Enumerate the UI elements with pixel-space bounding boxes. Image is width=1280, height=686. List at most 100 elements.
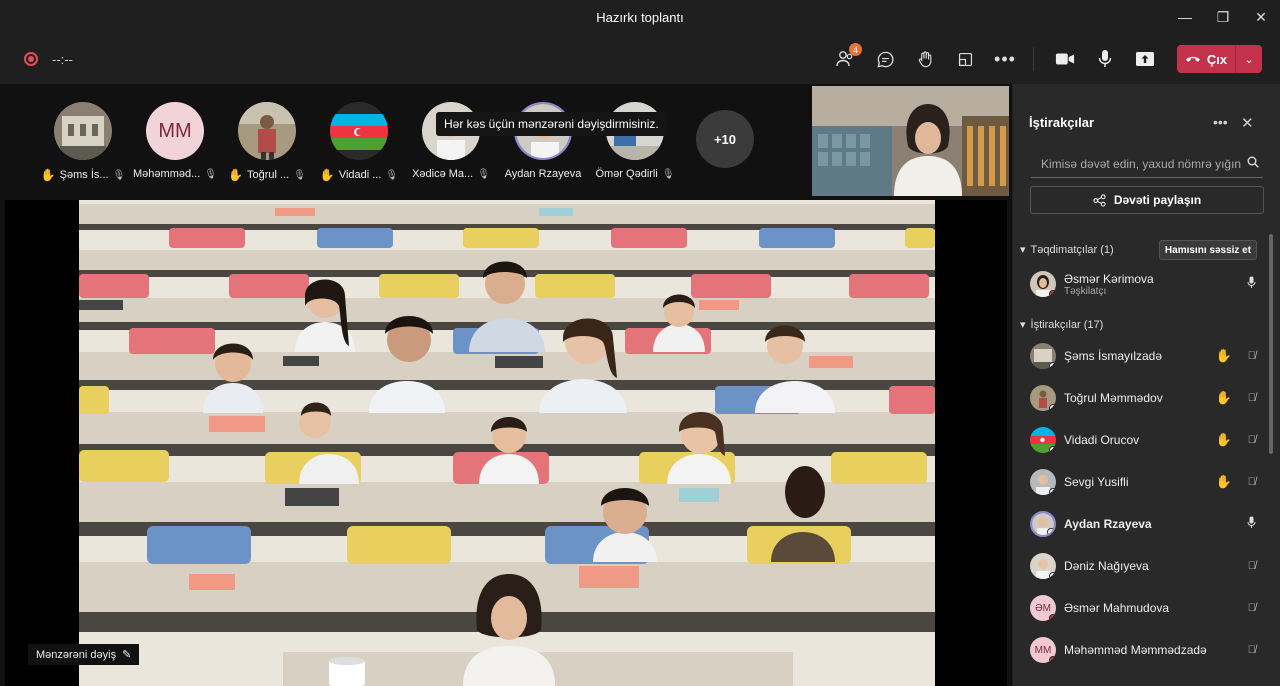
presence-dot (1049, 488, 1056, 495)
participant-avatar-row: ✋ Şəms İs... 🎙 MM Məhəmməd... 🎙 ✋ Toğrul ...… (40, 92, 770, 192)
avatar-initials: ƏM (1035, 602, 1051, 614)
avatar-tile[interactable]: ✋ Toğrul ... 🎙 (222, 102, 312, 182)
close-window-button[interactable]: ✕ (1242, 0, 1280, 34)
avatar-name: Şəms İs... (59, 169, 109, 181)
mic-off-icon: 🎙̸ (1247, 434, 1256, 446)
share-invite-label: Dəvəti paylaşın (1113, 193, 1202, 207)
share-tray-icon (1136, 52, 1154, 66)
meeting-timer: --:-- (52, 52, 73, 67)
more-dots-icon: ••• (1213, 114, 1228, 130)
avatar: MM (1030, 637, 1056, 663)
avatar (330, 102, 388, 160)
self-video (812, 86, 1009, 196)
raise-hand-button[interactable] (912, 46, 938, 72)
avatar (54, 102, 112, 160)
presence-dot (1049, 572, 1056, 579)
avatar-name: Məhəmməd... (133, 168, 201, 180)
participants-button[interactable]: 4 (832, 43, 862, 72)
raised-hand-icon: ✋ (319, 168, 335, 182)
microphone-button[interactable] (1092, 46, 1118, 72)
chat-icon (876, 51, 893, 68)
avatar-tile[interactable]: ✋ Şəms İs... 🎙 (38, 102, 128, 182)
presence-dot (1049, 656, 1056, 663)
invite-placeholder: Kimisə dəvət edin, yaxud nömrə yığın (1041, 156, 1242, 171)
participant-row[interactable]: Vidadi Orucov ✋ 🎙̸ (1030, 420, 1262, 460)
mic-off-icon: 🎙 (112, 169, 126, 181)
mute-all-button[interactable]: Hamısını səssiz et (1159, 240, 1257, 260)
together-mode-view (5, 200, 1007, 686)
avatar (1030, 469, 1056, 495)
invite-input[interactable]: Kimisə dəvət edin, yaxud nömrə yığın (1031, 150, 1263, 178)
participant-role: Təşkilatçı (1064, 285, 1107, 297)
mic-off-icon: 🎙̸ (1247, 644, 1256, 656)
avatar-name: Aydan Rzayeva (504, 168, 582, 180)
mic-off-icon: 🎙̸ (1247, 350, 1256, 362)
mic-off-icon: 🎙 (477, 168, 490, 180)
classroom-scene (79, 200, 935, 686)
share-screen-button[interactable] (1132, 46, 1158, 72)
participants-count-badge: 4 (849, 43, 862, 56)
leave-button[interactable]: Çıx ⌄ (1177, 45, 1262, 73)
participants-panel: İştirakçılar ••• ✕ Kimisə dəvət edin, ya… (1013, 84, 1280, 686)
leave-label: Çıx (1206, 51, 1228, 67)
avatar-name: Vidadi ... (338, 169, 382, 181)
panel-scrollbar[interactable] (1269, 234, 1273, 454)
window-controls: — ❐ ✕ (1166, 0, 1280, 34)
attendees-header: İştirakçılar (17) (1030, 318, 1104, 331)
participant-row[interactable]: ƏM Əsmər Mahmudova 🎙̸ (1030, 588, 1262, 628)
mic-off-icon: 🎙 (661, 168, 675, 180)
participant-name: Toğrul Məmmədov (1064, 391, 1163, 405)
rooms-button[interactable] (952, 46, 978, 72)
microphone-icon (1098, 50, 1112, 67)
panel-close-button[interactable]: ✕ (1241, 114, 1254, 132)
pencil-icon: ✎ (122, 649, 132, 661)
raised-hand-icon: ✋ (1215, 432, 1232, 447)
participant-row[interactable]: Dəniz Nağıyeva 🎙̸ (1030, 546, 1262, 586)
share-invite-button[interactable]: Dəvəti paylaşın (1030, 186, 1264, 214)
change-background-button[interactable]: Mənzərəni dəyiş ✎ (28, 644, 140, 665)
leave-options-button[interactable]: ⌄ (1236, 53, 1262, 66)
participant-name: Dəniz Nağıyeva (1064, 559, 1149, 573)
more-actions-button[interactable]: ••• (992, 46, 1018, 72)
share-icon (1093, 193, 1106, 207)
participant-name: Vidadi Orucov (1064, 433, 1140, 447)
breakout-rooms-icon (958, 52, 972, 66)
avatar: MM (146, 102, 204, 160)
more-participants-button[interactable]: +10 (696, 110, 754, 168)
camera-icon (1055, 53, 1075, 65)
mic-off-icon: 🎙̸ (1247, 602, 1256, 614)
participant-row[interactable]: Aydan Rzayeva (1030, 504, 1262, 544)
mic-off-icon: 🎙̸ (1247, 476, 1256, 488)
chat-button[interactable] (872, 46, 898, 72)
participant-row[interactable]: Sevgi Yusifli ✋ 🎙̸ (1030, 462, 1262, 502)
avatar (238, 102, 296, 160)
meeting-toolbar: --:-- 4 ••• (0, 34, 1280, 84)
leave-main[interactable]: Çıx (1177, 52, 1235, 67)
tooltip: Hər kəs üçün mənzərəni dəyişdirmisiniz. (436, 112, 667, 136)
raised-hand-icon: ✋ (1215, 474, 1232, 489)
mic-off-icon: 🎙̸ (1247, 560, 1256, 572)
avatar (1030, 271, 1056, 297)
maximize-button[interactable]: ❐ (1204, 0, 1242, 34)
participant-row[interactable]: Toğrul Məmmədov ✋ 🎙̸ (1030, 378, 1262, 418)
hand-icon (918, 50, 931, 67)
participant-row[interactable]: Şəms İsmayılzadə ✋ 🎙̸ (1030, 336, 1262, 376)
chevron-down-icon: ⌄ (1244, 53, 1254, 66)
attendees-section-toggle[interactable]: ▾ İştirakçılar (17) (1020, 318, 1104, 332)
mic-off-icon: 🎙 (385, 169, 399, 181)
participant-name: Məhəmməd Məmmədzadə (1064, 643, 1207, 657)
participant-row[interactable]: MM Məhəmməd Məmmədzadə 🎙̸ (1030, 630, 1262, 670)
more-dots-icon: ••• (994, 48, 1016, 69)
avatar-tile[interactable]: ✋ Vidadi ... 🎙 (314, 102, 404, 182)
minimize-button[interactable]: — (1166, 0, 1204, 34)
avatar-tile[interactable]: MM Məhəmməd... 🎙 (130, 102, 220, 180)
participant-row[interactable]: Əsmər Kərimova Təşkilatçı (1030, 262, 1262, 306)
panel-more-button[interactable]: ••• (1213, 114, 1228, 130)
microphone-icon (1247, 276, 1256, 292)
presence-dot (1049, 614, 1056, 621)
mic-off-icon: 🎙 (293, 169, 306, 181)
meeting-stage: ✋ Şəms İs... 🎙 MM Məhəmməd... 🎙 ✋ Toğrul ...… (0, 84, 1012, 686)
camera-button[interactable] (1052, 46, 1078, 72)
chevron-down-icon: ▾ (1020, 319, 1026, 331)
presenters-section-toggle[interactable]: ▾ Təqdimatçılar (1) (1020, 243, 1114, 257)
